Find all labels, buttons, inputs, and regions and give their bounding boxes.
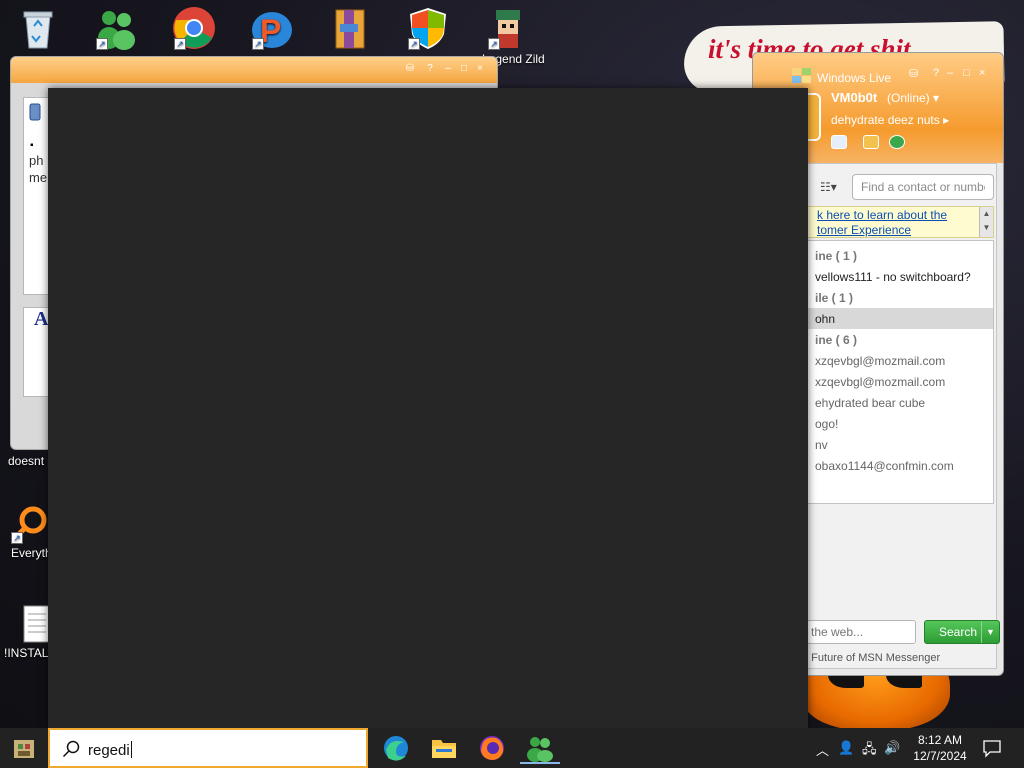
archive-desktop-icon[interactable] xyxy=(314,6,386,52)
wlm-username[interactable]: VM0b0t xyxy=(831,90,877,105)
messenger-icon xyxy=(527,737,553,762)
wlm-status[interactable]: (Online) ▾ xyxy=(887,91,939,105)
file-explorer-taskbar-button[interactable] xyxy=(424,732,464,764)
status-text: (Online) xyxy=(887,91,930,105)
volume-icon[interactable]: 🔊 xyxy=(884,740,900,756)
messenger-tray-icon[interactable]: 👤 xyxy=(838,740,854,756)
ad-text: k here to learn about the tomer Experien… xyxy=(817,208,948,237)
search-button-label: Search xyxy=(939,625,978,639)
folder-icon xyxy=(432,740,456,758)
personal-message-text: dehydrate deez nuts xyxy=(831,113,940,127)
start-custom-icon xyxy=(14,740,34,758)
customer-experience-link[interactable]: k here to learn about the tomer Experien… xyxy=(802,206,994,238)
contact-list-item[interactable]: ohn xyxy=(803,308,993,329)
contact-list-item[interactable]: vellows111 - no switchboard? xyxy=(803,266,993,287)
folder-icon[interactable] xyxy=(863,135,879,149)
minimize-icon[interactable]: – xyxy=(947,67,953,79)
help-icon[interactable]: ? xyxy=(933,67,939,79)
install-label: !INSTALL xyxy=(4,646,48,660)
everything-label: Everyth xyxy=(11,546,48,560)
text-caret xyxy=(130,741,132,758)
close-icon[interactable]: × xyxy=(475,64,485,74)
contact-list-item[interactable]: nv xyxy=(803,434,993,455)
contact-list-item[interactable]: ehydrated bear cube xyxy=(803,392,993,413)
help-icon[interactable]: ? xyxy=(425,64,435,74)
contact-list-item[interactable]: ogo! xyxy=(803,413,993,434)
contact-list-item[interactable]: obaxo1144@confmin.com xyxy=(803,455,993,476)
contact-group-header[interactable]: ine ( 1 ) xyxy=(803,245,993,266)
find-contact-input[interactable] xyxy=(852,174,994,200)
search-input-text[interactable]: regedi xyxy=(88,741,132,759)
minimize-icon[interactable]: – xyxy=(443,64,453,74)
desktop: it's time to get shit ↗ ↗ P ↗ ↗ ↗ Legend… xyxy=(0,0,1024,728)
edge-icon xyxy=(384,736,408,761)
mobile-phone-icon xyxy=(29,103,41,121)
wlm-title: Windows Live xyxy=(817,71,892,85)
shortcut-arrow-icon: ↗ xyxy=(11,532,23,544)
msn-messenger-desktop-icon[interactable]: ↗ xyxy=(80,6,152,52)
paint-bucket-icon[interactable]: ⛁ xyxy=(405,64,415,74)
contact-list-item[interactable]: xzqevbgl@mozmail.com xyxy=(803,371,993,392)
taskbar-search-box[interactable]: regedi xyxy=(48,728,368,768)
messenger-taskbar-button[interactable] xyxy=(520,732,560,764)
notification-icon[interactable] xyxy=(982,738,1002,758)
left-window-titlebar[interactable]: ⛁ ? – □ × xyxy=(11,57,497,83)
install-desktop-icon[interactable]: !INSTALL xyxy=(0,604,51,660)
start-button[interactable] xyxy=(0,728,48,768)
search-results-panel[interactable] xyxy=(48,88,808,728)
doesnt-desktop-icon[interactable]: doesnt xyxy=(0,454,48,468)
contact-group-header[interactable]: ile ( 1 ) xyxy=(803,287,993,308)
chrome-desktop-icon[interactable]: ↗ xyxy=(158,6,230,52)
doesnt-label: doesnt xyxy=(8,454,45,468)
search-icon xyxy=(62,740,80,758)
view-options-icon[interactable]: ☷▾ xyxy=(820,180,837,194)
firefox-taskbar-button[interactable] xyxy=(472,732,512,764)
shortcut-arrow-icon: ↗ xyxy=(488,38,500,50)
clock[interactable]: 8:12 AM 12/7/2024 xyxy=(904,732,976,764)
contact-group-header[interactable]: ine ( 6 ) xyxy=(803,329,993,350)
shortcut-arrow-icon: ↗ xyxy=(96,38,108,50)
document-icon: ▪ xyxy=(30,140,34,151)
network-icon[interactable]: 🖧 xyxy=(862,740,877,762)
ad-scrollbar[interactable]: ▲ ▼ xyxy=(979,207,993,237)
search-web-input[interactable] xyxy=(802,620,916,644)
search-button[interactable]: Search ▼ xyxy=(924,620,1000,644)
archive-glyph xyxy=(335,9,365,49)
shortcut-arrow-icon: ↗ xyxy=(252,38,264,50)
paint-app-desktop-icon[interactable]: P ↗ xyxy=(236,6,308,52)
clock-date: 12/7/2024 xyxy=(913,749,967,763)
recycle-bin-icon[interactable] xyxy=(2,6,74,52)
chevron-up-icon[interactable]: ︿ xyxy=(816,740,829,759)
contact-list-item[interactable]: xzqevbgl@mozmail.com xyxy=(803,350,993,371)
shortcut-arrow-icon: ↗ xyxy=(408,38,420,50)
clock-time: 8:12 AM xyxy=(917,733,963,747)
maximize-icon[interactable]: □ xyxy=(459,64,469,74)
windows-security-desktop-icon[interactable]: ↗ xyxy=(392,6,464,52)
paint-bucket-icon[interactable]: ⛁ xyxy=(909,67,918,80)
search-query: regedi xyxy=(88,742,130,759)
recycle-bin-glyph xyxy=(23,11,53,49)
font-style-icon[interactable]: A xyxy=(34,308,48,331)
everything-desktop-icon[interactable]: ↗ Everyth xyxy=(6,504,48,560)
chevron-down-icon[interactable]: ▼ xyxy=(981,621,999,643)
maximize-icon[interactable]: □ xyxy=(963,67,970,79)
wlm-footer-link[interactable]: e Future of MSN Messenger xyxy=(802,652,940,664)
personal-message[interactable]: dehydrate deez nuts ▸ xyxy=(831,113,949,127)
shortcut-arrow-icon: ↗ xyxy=(174,38,186,50)
contact-list[interactable]: ine ( 1 ) vellows111 - no switchboard? ile… xyxy=(802,240,994,504)
close-icon[interactable]: × xyxy=(979,67,985,79)
taskbar: regedi ︿ 👤 🖧 🔊 8:12 AM 12/7/2024 xyxy=(0,728,1024,768)
spaces-icon[interactable] xyxy=(889,135,905,149)
firefox-icon xyxy=(480,736,504,760)
edge-taskbar-button[interactable] xyxy=(376,732,416,764)
mail-icon[interactable] xyxy=(831,135,847,149)
windows-live-logo-icon xyxy=(792,68,811,83)
